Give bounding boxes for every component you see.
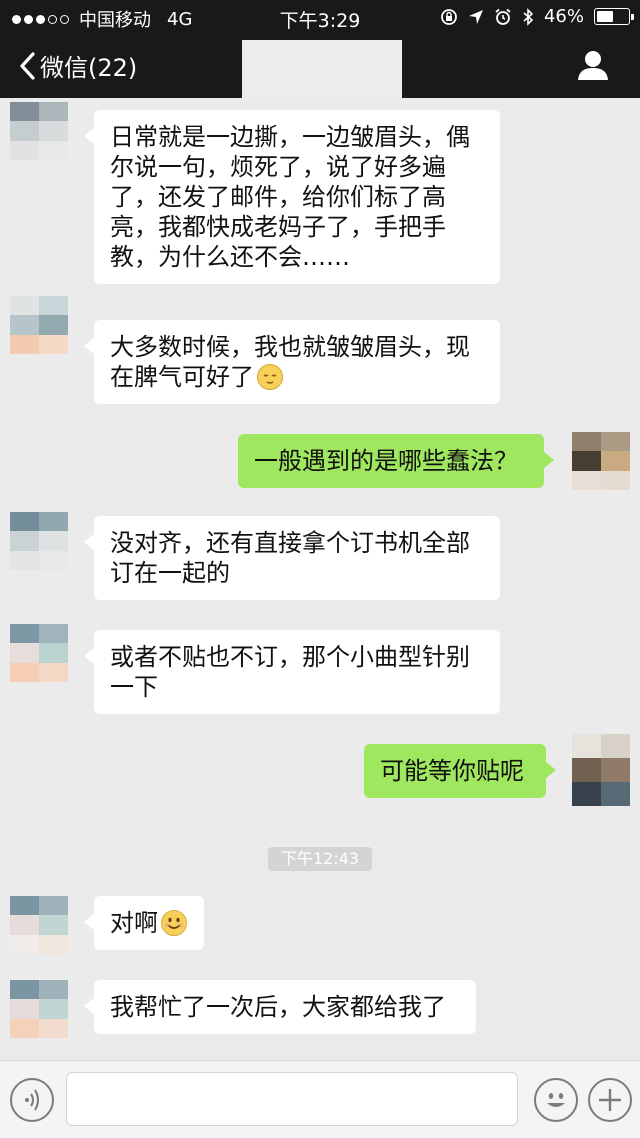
message-line: 或者不贴也不订，那个小曲型针别 [110, 643, 470, 671]
message-bubble[interactable]: 没对齐，还有直接拿个订书机全部 订在一起的 [84, 516, 500, 600]
title-strip [242, 40, 402, 98]
avatar[interactable] [10, 296, 68, 354]
emoji-button[interactable] [534, 1078, 578, 1122]
rotation-lock-icon [441, 8, 457, 25]
message-line: 了，还发了邮件，给你们标了高 [110, 183, 446, 211]
message-line: 大多数时候，我也就皱皱眉头，现 [110, 333, 470, 361]
message-line: 订在一起的 [110, 559, 230, 587]
avatar[interactable] [10, 512, 68, 570]
battery-percent: 46% [543, 6, 584, 27]
voice-button[interactable] [10, 1078, 54, 1122]
input-bar [0, 1060, 640, 1138]
back-button[interactable]: 微信(22) [18, 48, 137, 83]
message-line: 没对齐，还有直接拿个订书机全部 [110, 529, 470, 557]
message-line: 尔说一句，烦死了，说了好多遍 [110, 153, 446, 181]
chevron-left-icon [20, 51, 35, 80]
message-text: 在脾气可好了 [110, 363, 254, 391]
plus-icon [599, 1089, 621, 1111]
message-line: 一下 [110, 673, 158, 701]
more-button[interactable] [588, 1078, 632, 1122]
voice-icon [25, 1089, 39, 1111]
sleepy-face-emoji [257, 364, 283, 390]
status-bar: 中国移动 4G 下午3:29 46% [0, 0, 640, 34]
message-line: 一般遇到的是哪些蠢法？ [254, 447, 518, 475]
message-bubble[interactable]: 我帮忙了一次后，大家都给我了 [84, 980, 476, 1034]
back-label: 微信(22) [40, 54, 138, 82]
message-bubble[interactable]: 大多数时候，我也就皱皱眉头，现 在脾气可好了 [84, 320, 500, 404]
message-line: 在脾气可好了 [110, 362, 484, 392]
avatar[interactable] [10, 896, 68, 954]
message-line: 亮，我都快成老妈子了，手把手 [110, 213, 446, 241]
chat-area[interactable]: 日常就是一边撕，一边皱眉头，偶 尔说一句，烦死了，说了好多遍 了，还发了邮件，给… [0, 98, 640, 1060]
chat-info-button[interactable] [576, 48, 610, 82]
battery-icon [594, 8, 634, 25]
status-right: 46% [440, 6, 634, 27]
message-bubble[interactable]: 可能等你贴呢 [364, 744, 556, 798]
message-line: 我帮忙了一次后，大家都给我了 [110, 993, 446, 1021]
location-icon [468, 9, 483, 24]
smile-face-emoji [161, 910, 187, 936]
message-bubble[interactable]: 或者不贴也不订，那个小曲型针别 一下 [84, 630, 500, 714]
message-bubble[interactable]: 一般遇到的是哪些蠢法？ [238, 434, 554, 488]
timestamp: 下午12:43 [268, 847, 372, 871]
emoji-icon [547, 1093, 565, 1107]
message-bubble[interactable]: 日常就是一边撕，一边皱眉头，偶 尔说一句，烦死了，说了好多遍 了，还发了邮件，给… [84, 110, 500, 284]
message-line: 可能等你贴呢 [380, 757, 524, 785]
message-line: 对啊 [110, 908, 188, 938]
avatar[interactable] [10, 980, 68, 1038]
message-line: 日常就是一边撕，一边皱眉头，偶 [110, 123, 470, 151]
person-icon [578, 51, 608, 80]
avatar[interactable] [10, 624, 68, 682]
avatar[interactable] [10, 102, 68, 160]
avatar[interactable] [572, 432, 630, 490]
message-bubble[interactable]: 对啊 [84, 896, 204, 950]
message-input[interactable] [66, 1072, 518, 1126]
alarm-icon [495, 8, 511, 25]
message-line: 教，为什么还不会…… [110, 243, 350, 271]
bluetooth-icon [523, 7, 534, 26]
avatar[interactable] [572, 734, 630, 806]
message-text: 对啊 [110, 909, 158, 937]
